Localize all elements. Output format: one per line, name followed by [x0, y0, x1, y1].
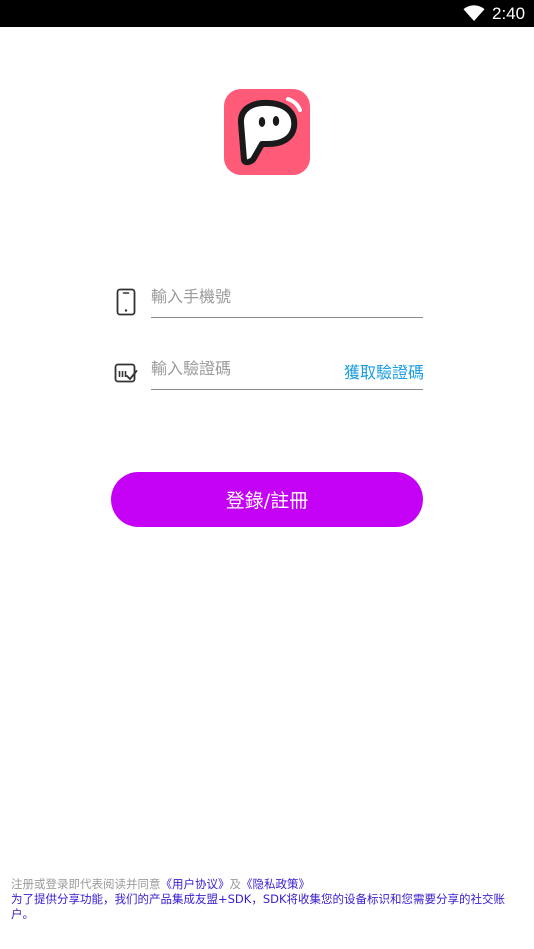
wifi-icon: [463, 5, 485, 21]
agreement-prefix: 注册或登录即代表阅读并同意: [11, 877, 161, 891]
verification-code-icon: [114, 363, 138, 383]
user-agreement-link[interactable]: 《用户协议》: [161, 877, 230, 891]
agreement-conjunction: 及: [229, 877, 242, 891]
status-time: 2:40: [492, 4, 526, 23]
footer: 注册或登录即代表阅读并同意《用户协议》及《隐私政策》 为了提供分享功能，我们的产…: [11, 877, 526, 922]
login-register-button[interactable]: 登錄/註冊: [111, 472, 423, 527]
sdk-notice: 为了提供分享功能，我们的产品集成友盟+SDK，SDK将收集您的设备标识和您需要分…: [11, 892, 506, 921]
status-bar: 2:40: [0, 0, 534, 27]
smartphone-icon: [116, 288, 136, 316]
agreement-line: 注册或登录即代表阅读并同意《用户协议》及《隐私政策》: [11, 877, 526, 892]
phone-number-input[interactable]: [151, 282, 423, 318]
get-code-button[interactable]: 獲取驗證碼: [344, 359, 424, 383]
app-logo-icon: [224, 89, 310, 175]
privacy-policy-link[interactable]: 《隐私政策》: [241, 877, 310, 891]
